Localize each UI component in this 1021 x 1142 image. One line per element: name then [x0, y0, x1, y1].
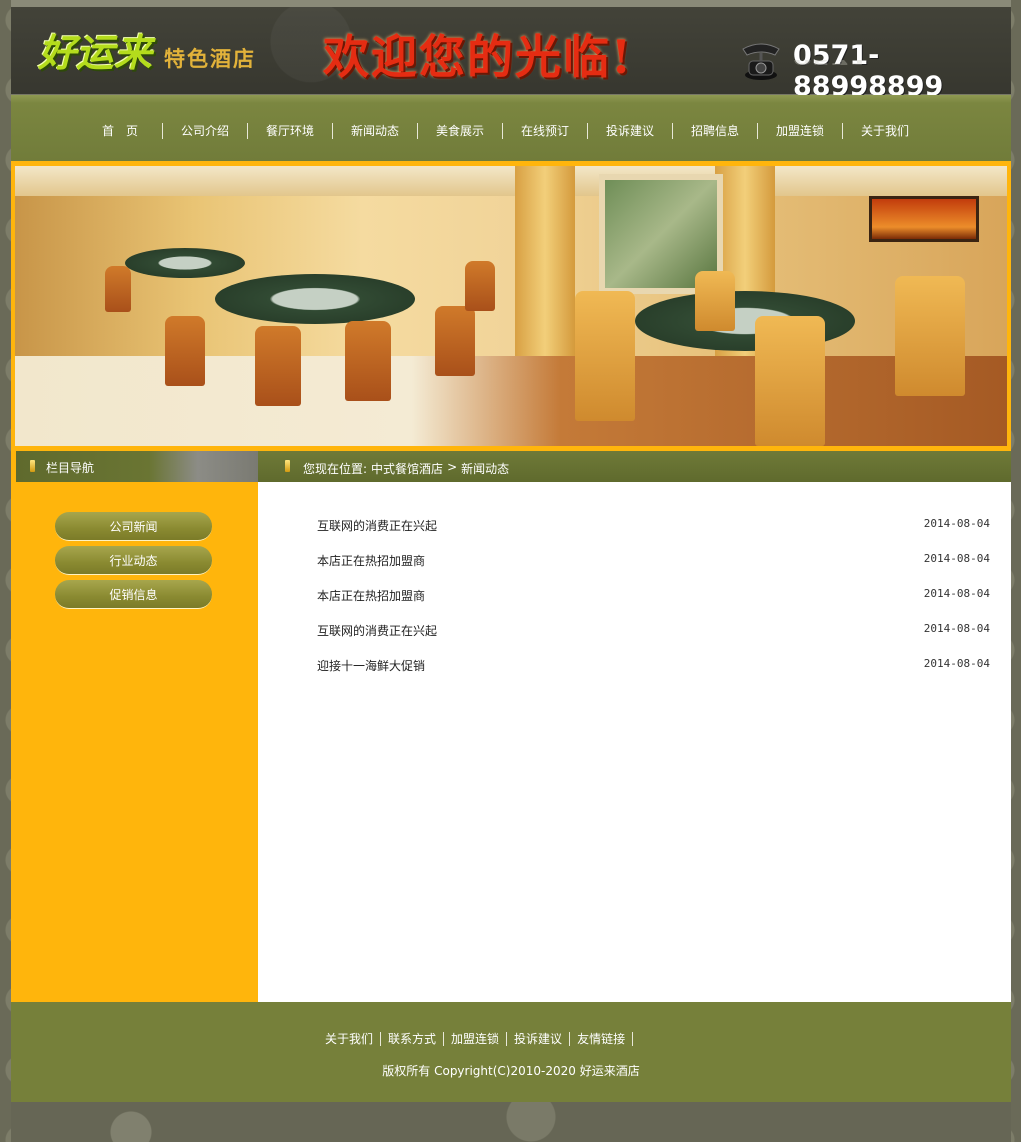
breadcrumb-current: 新闻动态 [461, 462, 510, 476]
nav-item-environment[interactable]: 餐厅环境 [248, 123, 333, 139]
nav-list: 首 页 公司介绍 餐厅环境 新闻动态 美食展示 在线预订 投诉建议 招聘信息 加… [78, 123, 927, 139]
nav-item-news[interactable]: 新闻动态 [333, 123, 418, 139]
footer: 关于我们 联系方式 加盟连锁 投诉建议 友情链接 版权所有 Copyright(… [11, 1002, 1011, 1102]
nav-item-home[interactable]: 首 页 [78, 123, 163, 139]
flag-icon [30, 460, 35, 472]
header: 好运来 特色酒店 欢迎您的光临! 0571-88998899 0571-8899… [11, 7, 1011, 102]
phone-number: 0571-88998899 [793, 40, 944, 102]
news-title-link[interactable]: 互联网的消费正在兴起 [317, 517, 437, 552]
footer-link-about-us[interactable]: 关于我们 [318, 1032, 382, 1046]
list-item: 本店正在热招加盟商 2014-08-04 [317, 587, 990, 622]
footer-links: 关于我们 联系方式 加盟连锁 投诉建议 友情链接 [318, 1032, 634, 1046]
flag-icon [285, 460, 290, 472]
footer-link-contact[interactable]: 联系方式 [381, 1032, 445, 1046]
sidebar-item-promotions[interactable]: 促销信息 [55, 580, 212, 609]
breadcrumb-separator: > [447, 460, 458, 474]
restaurant-banner-image [15, 166, 1007, 446]
page: 好运来 特色酒店 欢迎您的光临! 0571-88998899 0571-8899… [11, 0, 1011, 1142]
welcome-banner-text: 欢迎您的光临! [323, 30, 634, 84]
news-date: 2014-08-04 [923, 517, 990, 530]
news-date: 2014-08-04 [923, 587, 990, 600]
main-content: 您现在位置: 中式餐馆酒店 > 新闻动态 互联网的消费正在兴起 2014-08-… [258, 451, 1011, 1002]
bottom-decoration [11, 1102, 1011, 1142]
telephone-icon [742, 43, 780, 80]
footer-link-friend-links[interactable]: 友情链接 [570, 1032, 634, 1046]
logo-sub-text: 特色酒店 [164, 46, 257, 71]
news-date: 2014-08-04 [923, 622, 990, 635]
breadcrumb-home[interactable]: 中式餐馆酒店 [371, 460, 443, 477]
breadcrumb: 您现在位置: 中式餐馆酒店 > 新闻动态 [303, 460, 509, 477]
nav-item-food[interactable]: 美食展示 [418, 123, 503, 139]
top-strip [11, 0, 1011, 7]
nav-item-complaints[interactable]: 投诉建议 [588, 123, 673, 139]
sidebar-header: 栏目导航 [16, 451, 258, 482]
news-list: 互联网的消费正在兴起 2014-08-04 本店正在热招加盟商 2014-08-… [317, 517, 990, 692]
nav-item-franchise[interactable]: 加盟连锁 [758, 123, 843, 139]
news-title-link[interactable]: 迎接十一海鲜大促销 [317, 657, 425, 692]
sidebar-item-industry-news[interactable]: 行业动态 [55, 546, 212, 575]
sidebar-title: 栏目导航 [46, 461, 95, 475]
news-date: 2014-08-04 [923, 657, 990, 670]
nav-item-about-us[interactable]: 关于我们 [843, 123, 927, 139]
banner-frame [11, 161, 1011, 451]
sidebar: 栏目导航 公司新闻 行业动态 促销信息 [11, 451, 258, 1002]
news-title-link[interactable]: 本店正在热招加盟商 [317, 587, 425, 622]
nav-item-jobs[interactable]: 招聘信息 [673, 123, 758, 139]
main-nav: 首 页 公司介绍 餐厅环境 新闻动态 美食展示 在线预订 投诉建议 招聘信息 加… [11, 95, 1011, 161]
nav-item-booking[interactable]: 在线预订 [503, 123, 588, 139]
phone-number-reflection: 0571-88998899 [793, 60, 1011, 67]
footer-link-complaints[interactable]: 投诉建议 [507, 1032, 571, 1046]
logo[interactable]: 好运来 特色酒店 [38, 21, 256, 77]
list-item: 互联网的消费正在兴起 2014-08-04 [317, 517, 990, 552]
nav-item-about-company[interactable]: 公司介绍 [163, 123, 248, 139]
sidebar-item-company-news[interactable]: 公司新闻 [55, 512, 212, 541]
news-title-link[interactable]: 互联网的消费正在兴起 [317, 622, 437, 657]
sidebar-menu: 公司新闻 行业动态 促销信息 [55, 512, 212, 614]
logo-main-text: 好运来 [38, 30, 153, 75]
breadcrumb-prefix: 您现在位置: [303, 462, 368, 476]
list-item: 互联网的消费正在兴起 2014-08-04 [317, 622, 990, 657]
news-date: 2014-08-04 [923, 552, 990, 565]
list-item: 迎接十一海鲜大促销 2014-08-04 [317, 657, 990, 692]
footer-link-franchise[interactable]: 加盟连锁 [444, 1032, 508, 1046]
list-item: 本店正在热招加盟商 2014-08-04 [317, 552, 990, 587]
copyright-text: 版权所有 Copyright(C)2010-2020 好运来酒店 [382, 1064, 640, 1078]
breadcrumb-bar: 您现在位置: 中式餐馆酒店 > 新闻动态 [258, 451, 1011, 482]
news-title-link[interactable]: 本店正在热招加盟商 [317, 552, 425, 587]
